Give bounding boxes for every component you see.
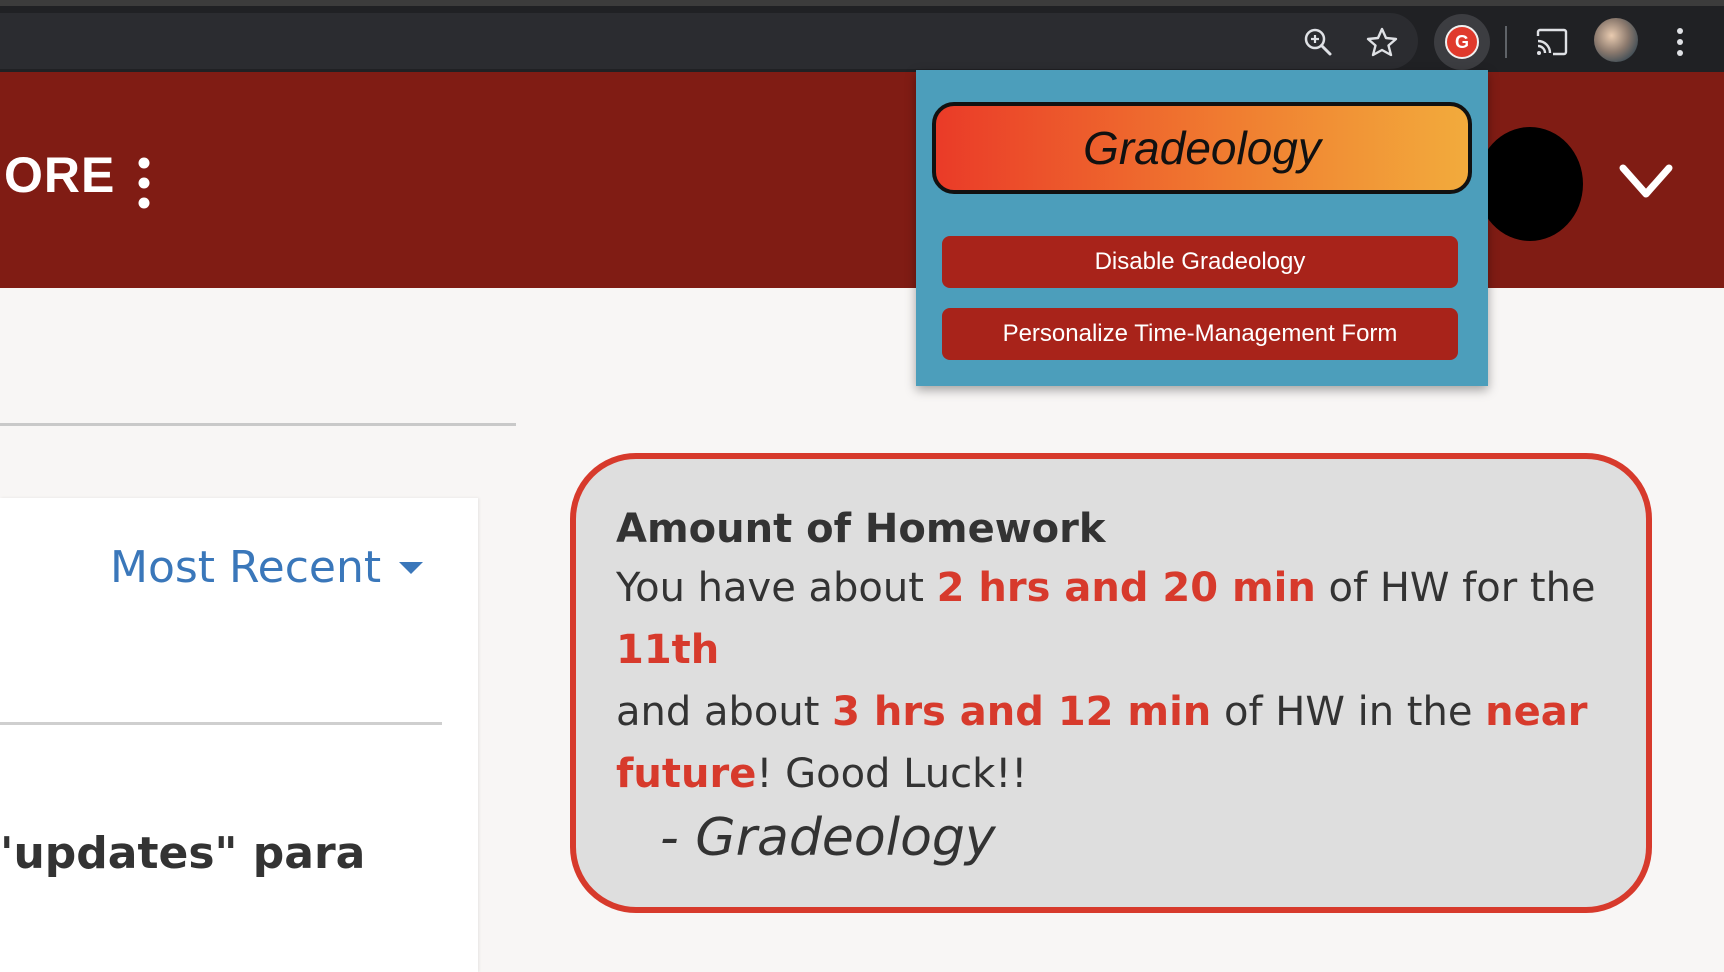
extension-button[interactable]: G <box>1434 14 1490 70</box>
kebab-menu-icon[interactable] <box>130 156 158 210</box>
menu-icon[interactable] <box>1660 20 1700 64</box>
line2-mid: of HW in the <box>1211 689 1486 735</box>
homework-summary-box: Amount of Homework You have about 2 hrs … <box>570 453 1652 913</box>
card-divider <box>0 722 442 725</box>
popup-title: Gradeology <box>1083 122 1321 174</box>
homework-title: Amount of Homework <box>616 506 1106 552</box>
homework-signature: - Gradeology <box>660 808 996 868</box>
sort-dropdown[interactable]: Most Recent <box>110 542 424 593</box>
gradeology-extension-icon: G <box>1445 25 1479 59</box>
line1-prefix: You have about <box>616 565 937 611</box>
line2-amount: 3 hrs and 12 min <box>832 689 1212 735</box>
disable-gradeology-button[interactable]: Disable Gradeology <box>942 236 1458 288</box>
user-avatar[interactable] <box>1477 127 1583 241</box>
extension-popup: Gradeology Disable Gradeology Personaliz… <box>916 70 1488 386</box>
toolbar-separator <box>1505 26 1507 58</box>
profile-avatar[interactable] <box>1594 18 1638 62</box>
line1-amount: 2 hrs and 20 min <box>936 565 1316 611</box>
cast-icon[interactable] <box>1530 20 1574 64</box>
address-bar[interactable] <box>0 13 1418 69</box>
extension-icon-letter: G <box>1454 31 1469 52</box>
zoom-icon[interactable] <box>1296 20 1340 64</box>
personalize-form-button[interactable]: Personalize Time-Management Form <box>942 308 1458 360</box>
popup-title-banner: Gradeology <box>932 102 1472 194</box>
star-icon[interactable] <box>1360 20 1404 64</box>
section-divider <box>0 423 516 426</box>
nav-more-label[interactable]: ORE <box>4 150 115 200</box>
chevron-down-icon[interactable] <box>1618 160 1674 204</box>
homework-message: You have about 2 hrs and 20 min of HW fo… <box>616 557 1606 805</box>
caret-down-icon <box>399 561 424 574</box>
line1-day: 11th <box>616 627 720 673</box>
post-title[interactable]: 'updates" para <box>0 828 365 879</box>
line2-suffix: ! Good Luck!! <box>756 751 1028 797</box>
line1-mid: of HW for the <box>1315 565 1596 611</box>
line2-prefix: and about <box>616 689 833 735</box>
sort-label: Most Recent <box>110 542 382 593</box>
feed-card: Most Recent 'updates" para <box>0 498 478 972</box>
